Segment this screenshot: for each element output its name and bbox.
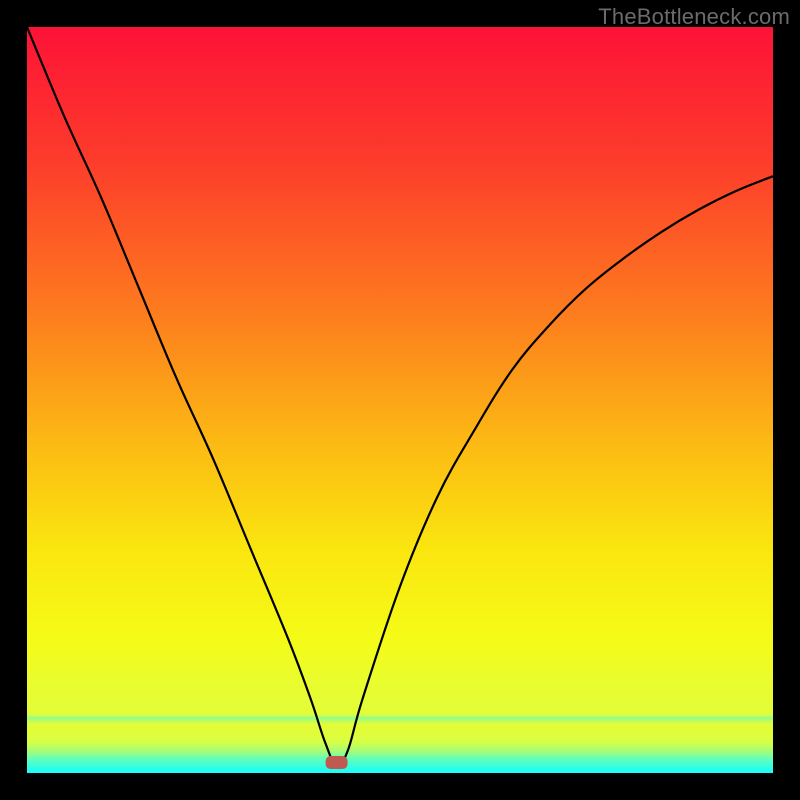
gradient-background — [27, 27, 773, 773]
watermark-text: TheBottleneck.com — [598, 4, 790, 30]
chart-frame — [27, 27, 773, 773]
optimal-marker — [326, 756, 348, 769]
chart-plot — [27, 27, 773, 773]
